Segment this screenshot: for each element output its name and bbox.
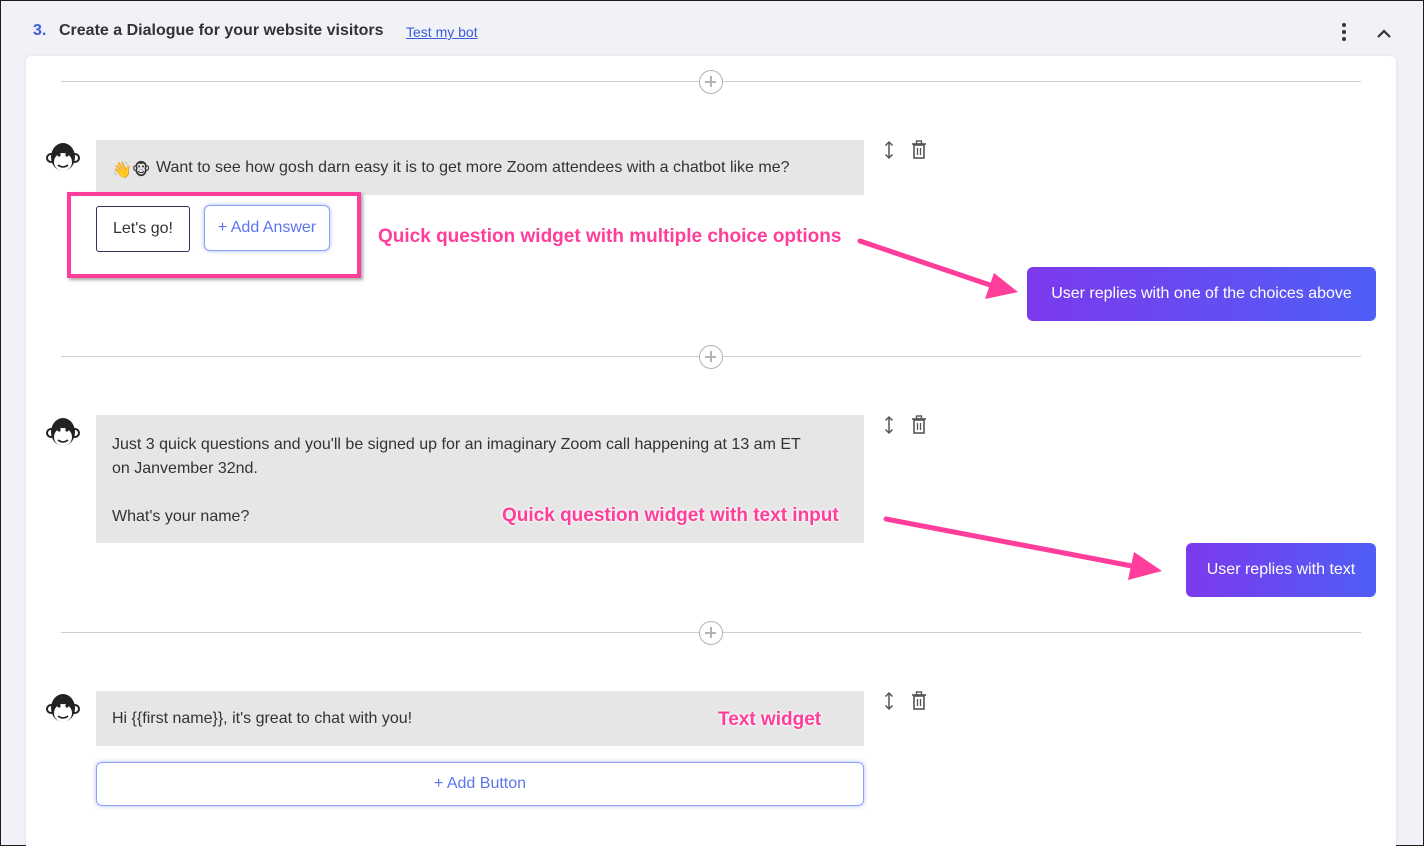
arrow-to-choice-reply	[857, 238, 1018, 299]
arrow-to-text-reply	[883, 516, 1162, 580]
annotation-arrows	[857, 238, 1162, 580]
